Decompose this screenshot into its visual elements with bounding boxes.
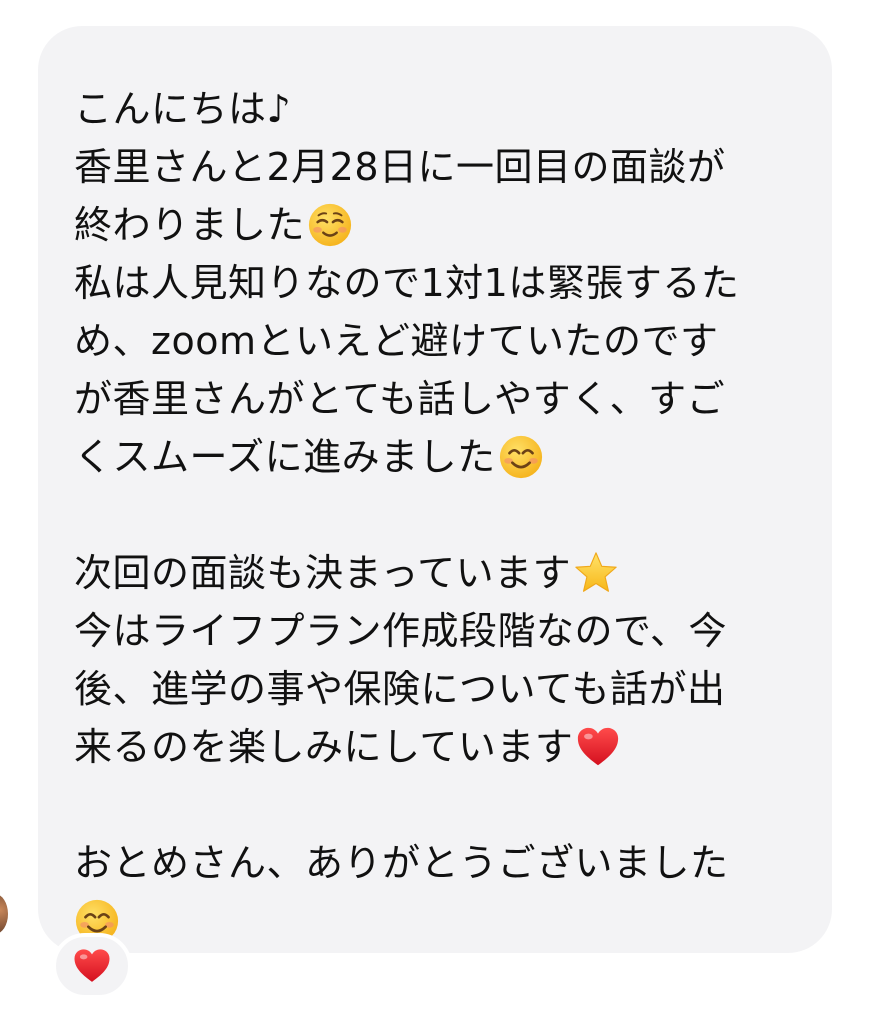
star-emoji-icon	[573, 550, 619, 596]
message-line: が香里さんがとても話しやすく、すご	[74, 377, 726, 421]
message-line: め、zoomといえど避けていたのです	[74, 319, 719, 363]
message-line	[74, 892, 804, 950]
message-line: こんにちは♪	[74, 87, 292, 131]
red-heart-icon	[74, 949, 110, 982]
smiling-face-emoji-icon	[498, 434, 544, 480]
message-line: おとめさん、ありがとうございました	[74, 841, 729, 885]
red-heart-emoji-icon	[575, 724, 621, 770]
message-line: 終わりました	[74, 196, 804, 254]
message-line: 後、進学の事や保険についても話が出	[74, 667, 726, 711]
message-line: 今はライフプラン作成段階なので、今	[74, 609, 727, 653]
sender-avatar[interactable]	[0, 894, 8, 934]
message-bubble[interactable]: こんにちは♪ 香里さんと2月28日に一回目の面談が 終わりました 私は人見知りな…	[38, 26, 832, 953]
message-line: 来るのを楽しみにしています	[74, 718, 804, 776]
message-line: 私は人見知りなので1対1は緊張するた	[74, 261, 740, 305]
message-line: 次回の面談も決まっています	[74, 544, 804, 602]
relieved-face-emoji-icon	[307, 202, 353, 248]
heart-reaction-badge[interactable]	[52, 933, 132, 999]
message-line: くスムーズに進みました	[74, 428, 804, 486]
message-line-blank	[74, 486, 804, 544]
message-line-blank	[74, 776, 804, 834]
message-line: 香里さんと2月28日に一回目の面談が	[74, 145, 726, 189]
